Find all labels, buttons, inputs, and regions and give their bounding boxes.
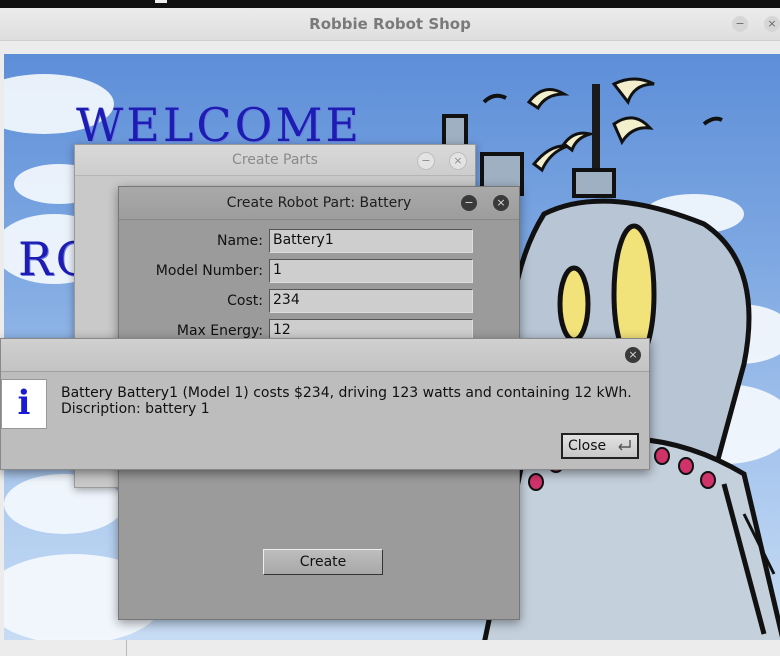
close-window-button[interactable]: × — [625, 347, 641, 363]
create-button[interactable]: Create — [263, 549, 383, 575]
create-robot-part-title: Create Robot Part: Battery — [226, 195, 412, 211]
minimize-button[interactable]: − — [461, 195, 477, 211]
info-message-line: Discription: battery 1 — [61, 401, 210, 417]
cost-field[interactable]: 234 — [269, 289, 473, 313]
model-number-row: Model Number: 1 — [119, 259, 519, 283]
close-button-label: Close — [568, 438, 607, 454]
model-number-field[interactable]: 1 — [269, 259, 473, 283]
top-bar-indicator — [155, 0, 167, 3]
create-parts-title: Create Parts — [232, 152, 318, 168]
status-strip — [0, 640, 780, 656]
close-button[interactable]: Close — [561, 433, 639, 459]
name-field[interactable]: Battery1 — [269, 229, 473, 253]
create-parts-titlebar[interactable]: Create Parts − × — [75, 145, 475, 176]
name-row: Name: Battery1 — [119, 229, 519, 253]
close-window-button[interactable]: × — [449, 152, 467, 170]
model-number-label: Model Number: — [155, 263, 263, 279]
minimize-button[interactable]: − — [732, 16, 748, 32]
cost-label: Cost: — [227, 293, 263, 309]
close-window-button[interactable]: × — [493, 195, 509, 211]
max-energy-label: Max Energy: — [176, 323, 263, 339]
cost-row: Cost: 234 — [119, 289, 519, 313]
info-dialog: × i Battery Battery1 (Model 1) costs $23… — [0, 338, 650, 470]
info-message: Battery Battery1 (Model 1) costs $234, d… — [61, 385, 632, 417]
create-robot-part-titlebar[interactable]: Create Robot Part: Battery − × — [119, 187, 519, 220]
main-window-title: Robbie Robot Shop — [309, 15, 471, 33]
info-icon: i — [1, 379, 47, 429]
desktop-top-bar — [0, 0, 780, 8]
info-message-line: Battery Battery1 (Model 1) costs $234, d… — [61, 385, 632, 401]
minimize-button[interactable]: − — [417, 152, 435, 170]
enter-key-icon — [618, 440, 631, 451]
name-label: Name: — [216, 233, 263, 249]
info-dialog-titlebar[interactable]: × — [1, 339, 649, 372]
status-divider — [126, 640, 127, 656]
close-window-button[interactable]: × — [764, 16, 780, 32]
main-titlebar[interactable]: Robbie Robot Shop − × — [0, 8, 780, 41]
